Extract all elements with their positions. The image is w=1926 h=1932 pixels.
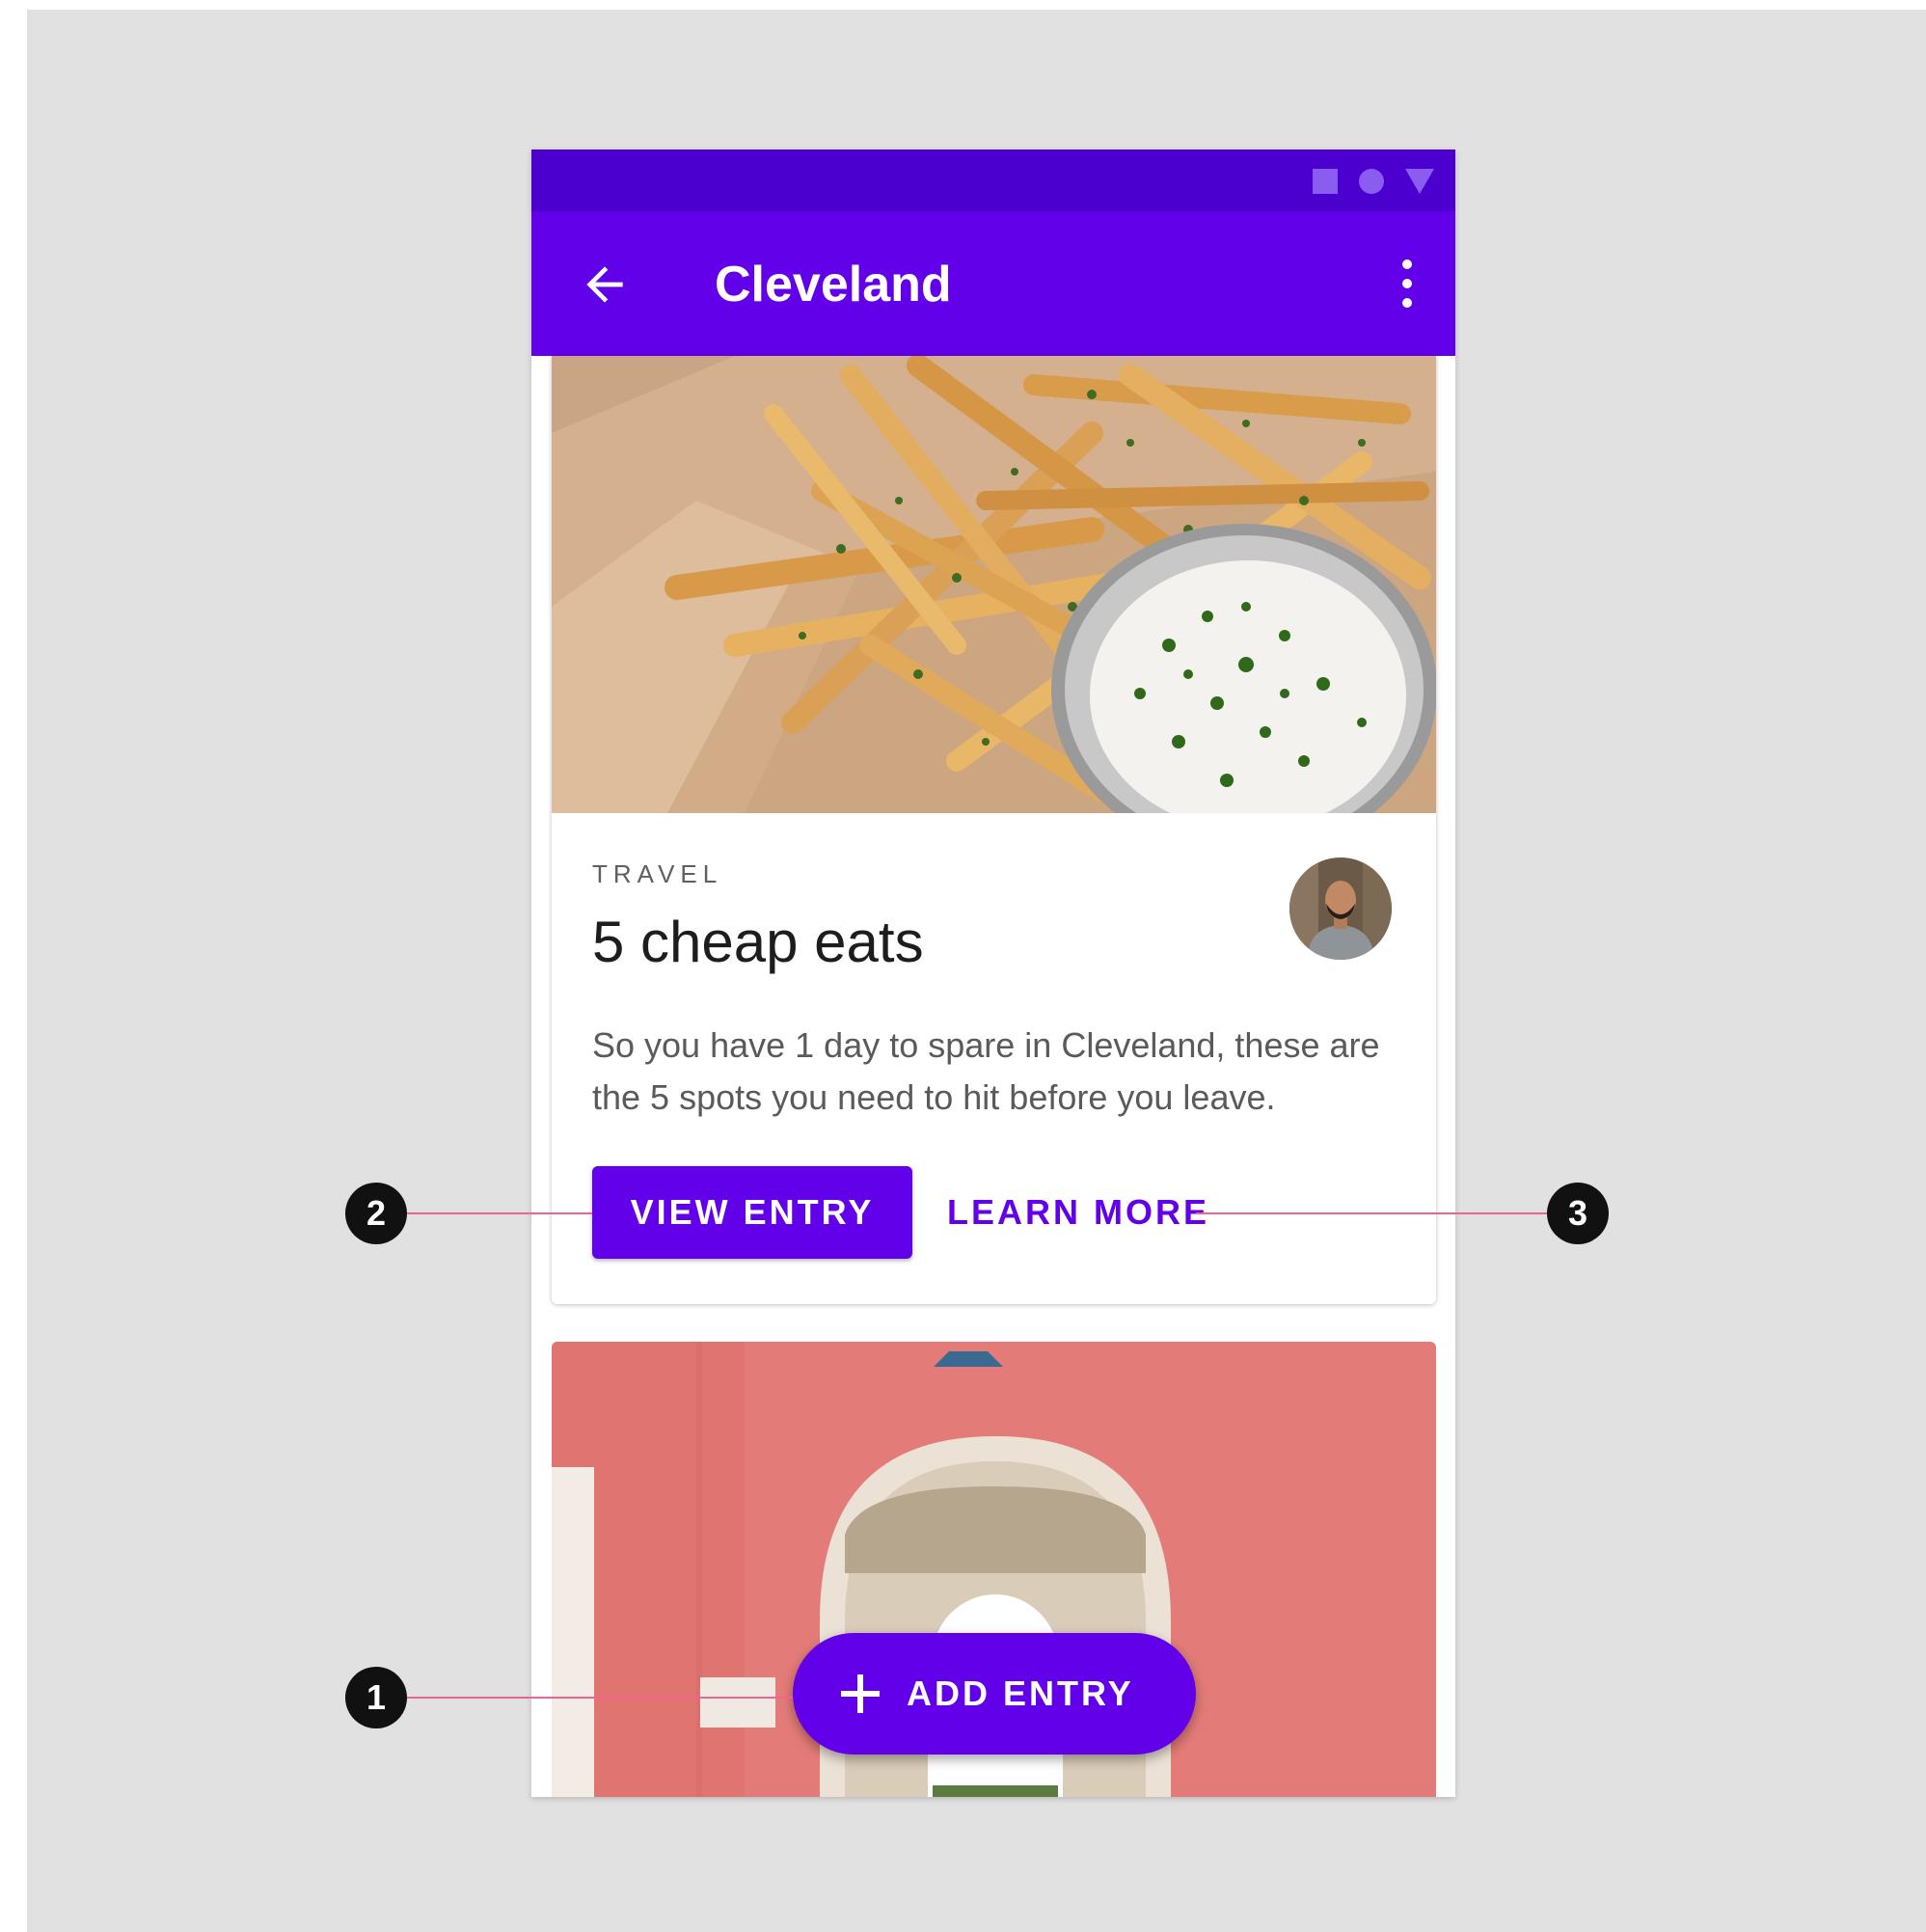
- card-body-text: So you have 1 day to spare in Cleveland,…: [592, 1025, 1380, 1117]
- top-app-bar: Cleveland: [531, 211, 1455, 356]
- add-entry-fab[interactable]: ADD ENTRY: [793, 1633, 1196, 1755]
- callout-marker-1: 1: [345, 1667, 407, 1728]
- circle-icon: [1359, 169, 1384, 194]
- square-icon: [1313, 169, 1338, 194]
- card-overline: TRAVEL: [592, 859, 723, 888]
- fries-photo: [552, 356, 1436, 813]
- status-bar: [531, 150, 1455, 211]
- article-card[interactable]: TRAVEL 5 cheap eats So you have 1 day to…: [552, 356, 1436, 1304]
- callout-marker-2: 2: [345, 1183, 407, 1244]
- learn-more-button[interactable]: LEARN MORE: [947, 1166, 1209, 1259]
- triangle-icon: [1405, 169, 1434, 194]
- arrow-back-icon[interactable]: [578, 258, 632, 312]
- avatar: [1289, 857, 1392, 960]
- app-bar-title: Cleveland: [715, 257, 952, 313]
- more-vert-icon[interactable]: [1396, 254, 1419, 313]
- phone-screen: Cleveland TRAVEL 5 cheap eats So you hav…: [531, 150, 1455, 1797]
- plus-icon: [841, 1674, 880, 1713]
- fab-label: ADD ENTRY: [907, 1673, 1134, 1713]
- callout-marker-3: 3: [1547, 1183, 1609, 1244]
- view-entry-button[interactable]: VIEW ENTRY: [592, 1166, 912, 1259]
- card-title: 5 cheap eats: [592, 910, 924, 974]
- status-icons: [1313, 169, 1434, 194]
